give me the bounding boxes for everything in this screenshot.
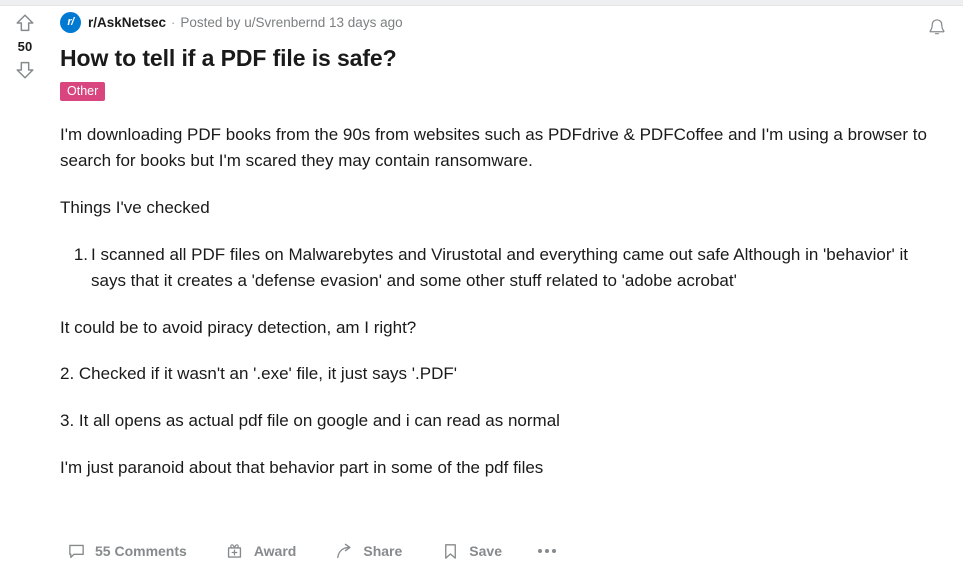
body-paragraph-6: I'm just paranoid about that behavior pa…: [60, 458, 544, 478]
subreddit-avatar-icon[interactable]: r/: [60, 11, 81, 33]
body-paragraph-1: I'm downloading PDF books from the 90s f…: [60, 125, 927, 171]
post-action-bar: 55 Comments Award Share Save: [58, 531, 566, 571]
post-title: How to tell if a PDF file is safe?: [60, 45, 397, 71]
share-button[interactable]: Share: [326, 535, 410, 567]
save-label: Save: [469, 543, 502, 559]
upvote-arrow-icon: [16, 14, 34, 32]
vote-count: 50: [17, 39, 33, 54]
gift-icon: [225, 541, 245, 561]
body-paragraph-5: 3. It all opens as actual pdf file on go…: [60, 411, 560, 431]
posted-by-label: Posted by: [180, 14, 241, 30]
bookmark-icon: [440, 541, 460, 561]
award-label: Award: [253, 543, 297, 559]
vote-rail: 50: [0, 10, 50, 83]
more-options-button[interactable]: [528, 543, 566, 559]
author-link[interactable]: u/Svrenbernd: [244, 15, 325, 30]
top-edge-strip: [0, 0, 963, 6]
body-paragraph-4: 2. Checked if it wasn't an '.exe' file, …: [60, 364, 457, 384]
award-button[interactable]: Award: [217, 535, 305, 567]
body-paragraph-3: It could be to avoid piracy detection, a…: [60, 317, 417, 337]
list-item-text-1: I scanned all PDF files on Malwarebytes …: [91, 244, 908, 290]
save-button[interactable]: Save: [432, 535, 510, 567]
downvote-button[interactable]: [12, 57, 38, 83]
post-flair-badge[interactable]: Other: [60, 82, 106, 102]
post-timestamp: 13 days ago: [329, 14, 403, 30]
post-page: 50 r/ r/AskNetsec · Posted by u/Svrenber…: [0, 0, 963, 579]
body-paragraph-2: Things I've checked: [60, 198, 210, 218]
upvote-button[interactable]: [12, 10, 38, 36]
post-body: I'm downloading PDF books from the 90s f…: [60, 122, 945, 480]
comment-bubble-icon: [66, 541, 86, 561]
post-meta-row: r/ r/AskNetsec · Posted by u/Svrenbernd …: [60, 10, 945, 34]
list-item: 1. I scanned all PDF files on Malwarebyt…: [60, 242, 945, 294]
share-arrow-icon: [334, 541, 354, 561]
meta-separator: ·: [171, 14, 176, 30]
share-label: Share: [363, 543, 403, 559]
ellipsis-icon: [537, 549, 556, 553]
comments-label: 55 Comments: [95, 543, 187, 559]
comments-button[interactable]: 55 Comments: [58, 535, 195, 567]
list-item-marker-1: 1.: [73, 244, 88, 264]
checked-list: 1. I scanned all PDF files on Malwarebyt…: [60, 242, 945, 294]
downvote-arrow-icon: [16, 61, 34, 79]
post-container: r/ r/AskNetsec · Posted by u/Svrenbernd …: [60, 10, 945, 481]
subreddit-link[interactable]: r/AskNetsec: [88, 15, 166, 30]
